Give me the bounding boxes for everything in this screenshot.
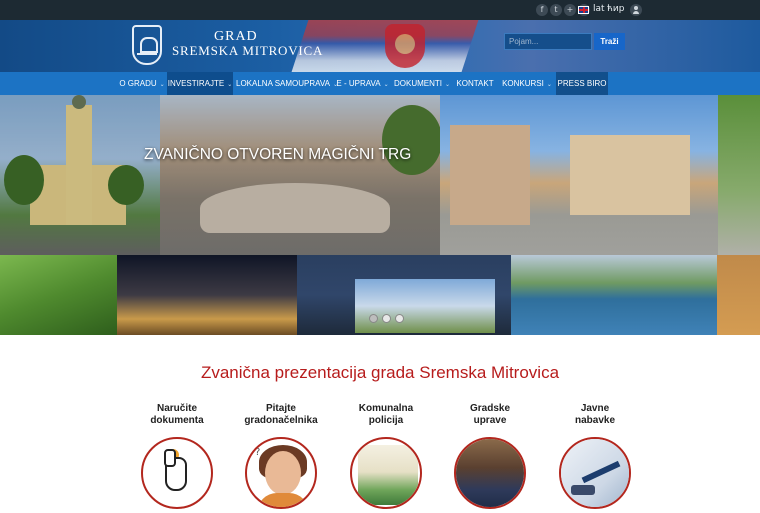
service-order-documents[interactable]: Naručite dokumenta xyxy=(122,403,232,509)
lang-latin[interactable]: lat xyxy=(593,4,605,14)
question-mark-icon: ? xyxy=(255,447,261,458)
nav-label: E - UPRAVA xyxy=(336,79,381,88)
serbian-crest xyxy=(385,24,425,68)
slider-dot[interactable] xyxy=(369,314,378,323)
nav-investirajte[interactable]: INVESTIRAJTE ⌄ xyxy=(167,72,233,95)
hero-caption[interactable]: ZVANIČNO OTVOREN MAGIČNI TRG xyxy=(144,146,411,164)
service-city-administrations[interactable]: Gradske uprave xyxy=(435,403,545,509)
service-ask-mayor[interactable]: Pitajte gradonačelnika ? xyxy=(226,403,336,509)
nav-konkursi[interactable]: KONKURSI ⌄ xyxy=(502,72,552,95)
office-window xyxy=(355,279,495,333)
service-label[interactable]: Naručite dokumenta xyxy=(122,403,232,431)
nav-lokalna-samouprava[interactable]: LOKALNA SAMOUPRAVA ⌄ xyxy=(236,72,338,95)
poster-icon[interactable] xyxy=(350,437,422,509)
nav-label: LOKALNA SAMOUPRAVA xyxy=(236,79,330,88)
nav-label: KONTAKT xyxy=(456,79,494,88)
photo-field[interactable] xyxy=(717,255,760,335)
hand-shape xyxy=(164,449,187,491)
building xyxy=(570,135,690,215)
search-input[interactable] xyxy=(504,33,592,50)
hero-overlay xyxy=(0,95,440,255)
lang-cyrillic[interactable]: ћир xyxy=(607,4,624,14)
twitter-icon[interactable]: t xyxy=(550,4,562,16)
nav-label: PRESS BIRO xyxy=(557,79,607,88)
photo-office[interactable] xyxy=(297,255,511,335)
english-flag-icon[interactable] xyxy=(578,6,589,14)
document-pen-icon[interactable] xyxy=(559,437,631,509)
nav-e-uprava[interactable]: E - UPRAVA ⌄ xyxy=(336,72,389,95)
meeting-image xyxy=(456,439,524,507)
chevron-down-icon: ⌄ xyxy=(159,81,165,88)
city-logo-icon[interactable] xyxy=(132,25,162,65)
nav-label: KONKURSI xyxy=(502,79,544,88)
service-label[interactable]: Javne nabavke xyxy=(540,403,650,431)
document-image xyxy=(561,439,629,507)
service-label[interactable]: Pitajte gradonačelnika xyxy=(226,403,336,431)
chevron-down-icon: ⌄ xyxy=(546,81,552,88)
face xyxy=(265,451,301,495)
nav-label: DOKUMENTI xyxy=(394,79,442,88)
nav-label: O GRADU xyxy=(119,79,157,88)
service-public-procurement[interactable]: Javne nabavke xyxy=(540,403,650,509)
brand-line-2[interactable]: SREMSKA MITROVICA xyxy=(172,43,323,59)
chevron-down-icon: ⌄ xyxy=(227,81,233,88)
intro-heading: Zvanična prezentacija grada Sremska Mitr… xyxy=(200,363,560,382)
slider-dot[interactable] xyxy=(395,314,404,323)
photo-river-bridge[interactable] xyxy=(511,255,717,335)
service-label[interactable]: Komunalna policija xyxy=(331,403,441,431)
service-communal-police[interactable]: Komunalna policija xyxy=(331,403,441,509)
photo-park[interactable] xyxy=(718,95,760,255)
photo-forest-path[interactable] xyxy=(0,255,117,335)
main-nav: O GRADU ⌄ INVESTIRAJTE ⌄ LOKALNA SAMOUPRAV… xyxy=(0,72,760,95)
search-button[interactable]: Traži xyxy=(594,33,625,50)
building xyxy=(450,125,530,225)
nav-o-gradu[interactable]: O GRADU ⌄ xyxy=(119,72,165,95)
nav-kontakt[interactable]: KONTAKT xyxy=(455,72,495,95)
pointer-hand-icon[interactable] xyxy=(141,437,213,509)
user-icon[interactable] xyxy=(630,4,642,16)
photo-town-square[interactable] xyxy=(440,95,718,255)
slider-dots xyxy=(369,314,404,323)
chevron-down-icon: ⌄ xyxy=(383,81,389,88)
poster-image xyxy=(358,445,418,505)
nav-press-biro[interactable]: PRESS BIRO xyxy=(556,72,608,95)
nav-label: INVESTIRAJTE xyxy=(167,79,225,88)
nav-dokumenti[interactable]: DOKUMENTI ⌄ xyxy=(394,72,450,95)
google-plus-icon[interactable]: + xyxy=(564,4,576,16)
shirt xyxy=(257,493,309,507)
photo-night-building[interactable] xyxy=(117,255,297,335)
thinking-woman-icon[interactable]: ? xyxy=(245,437,317,509)
meeting-icon[interactable] xyxy=(454,437,526,509)
facebook-icon[interactable]: f xyxy=(536,4,548,16)
slider-dot[interactable] xyxy=(382,314,391,323)
chevron-down-icon: ⌄ xyxy=(445,81,451,88)
header: GRAD SREMSKA MITROVICA Traži xyxy=(0,20,760,72)
service-label[interactable]: Gradske uprave xyxy=(435,403,545,431)
top-bar: f t + v lat ћир xyxy=(0,0,760,20)
